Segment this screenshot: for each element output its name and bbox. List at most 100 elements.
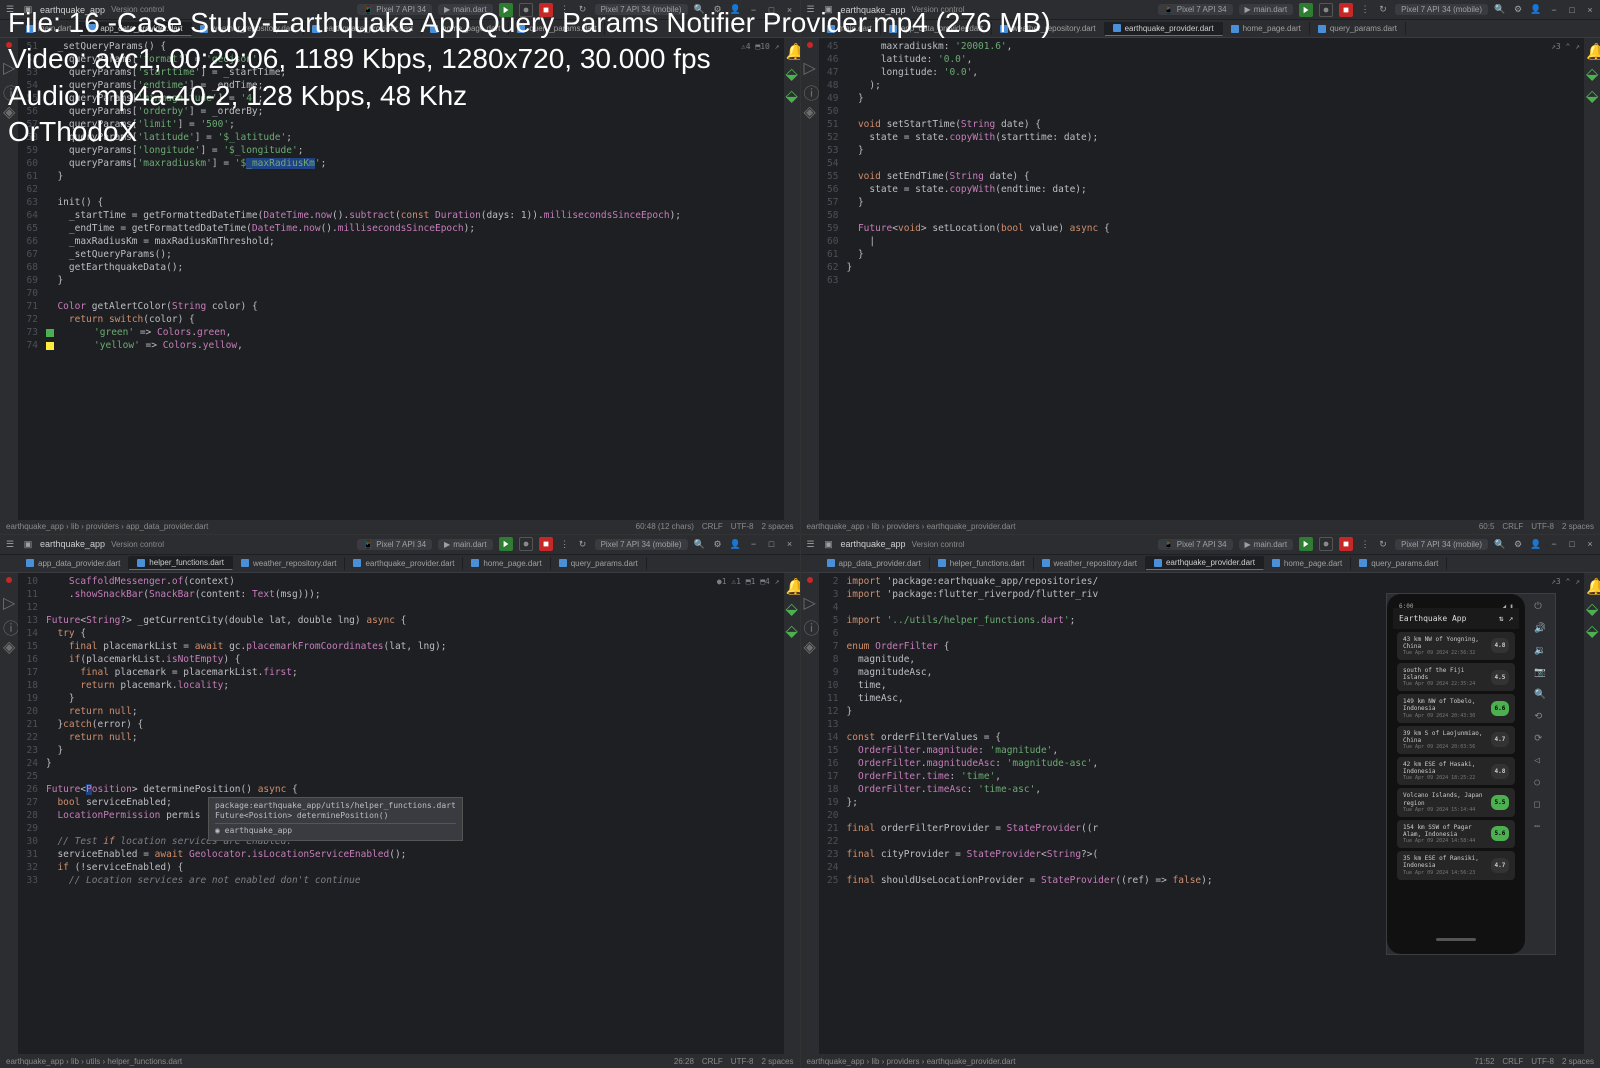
android-emulator[interactable]: 6:00◢ ▮ Earthquake App ⇅ ↗ 43 km NW of Y… bbox=[1386, 593, 1556, 955]
device-selector[interactable]: 📱Pixel 7 API 34 bbox=[357, 539, 432, 550]
more-icon[interactable]: ⋯ bbox=[1534, 820, 1546, 832]
status-item[interactable]: CRLF bbox=[702, 1057, 723, 1066]
code-line[interactable]: 54 bbox=[819, 157, 1585, 170]
earthquake-list[interactable]: 43 km NW of Yongning, ChinaTue Apr 09 20… bbox=[1393, 629, 1519, 932]
rotate-right-icon[interactable]: ⟳ bbox=[1534, 732, 1546, 744]
sort-icon[interactable]: ⇅ ↗ bbox=[1499, 612, 1513, 625]
status-item[interactable]: 2 spaces bbox=[761, 522, 793, 531]
flutter-icon[interactable]: ⬙ bbox=[786, 599, 798, 611]
code-line[interactable]: 16 if(placemarkList.isNotEmpty) { bbox=[18, 653, 784, 666]
project-icon[interactable]: ▣ bbox=[823, 538, 835, 550]
breadcrumb[interactable]: earthquake_app › lib › providers › earth… bbox=[807, 1057, 1016, 1066]
code-line[interactable]: 11 .showSnackBar(SnackBar(content: Text(… bbox=[18, 588, 784, 601]
code-line[interactable]: 23 } bbox=[18, 744, 784, 757]
volume-up-icon[interactable]: 🔊 bbox=[1534, 622, 1546, 634]
earthquake-list-item[interactable]: 39 km S of Laojunmiao, ChinaTue Apr 09 2… bbox=[1397, 726, 1515, 754]
bell-icon[interactable]: 🔔 bbox=[786, 577, 798, 589]
editor-tab[interactable]: app_data_provider.dart bbox=[18, 557, 129, 570]
earthquake-list-item[interactable]: 35 km ESE of Ransiki, IndonesiaTue Apr 0… bbox=[1397, 851, 1515, 879]
target-device[interactable]: Pixel 7 API 34 (mobile) bbox=[1395, 4, 1488, 15]
close-icon[interactable]: × bbox=[1584, 4, 1596, 16]
maximize-icon[interactable]: □ bbox=[1566, 4, 1578, 16]
status-item[interactable]: 2 spaces bbox=[1562, 1057, 1594, 1066]
device-selector[interactable]: 📱Pixel 7 API 34 bbox=[1158, 539, 1233, 550]
code-line[interactable]: 63 bbox=[819, 274, 1585, 287]
minimize-icon[interactable]: − bbox=[1548, 4, 1560, 16]
status-item[interactable]: UTF-8 bbox=[1531, 1057, 1554, 1066]
problems-indicator[interactable]: ↗3 ⌃ ↗ bbox=[1551, 40, 1580, 53]
more-icon[interactable]: ⋮ bbox=[559, 538, 571, 550]
status-item[interactable]: 60:48 (12 chars) bbox=[636, 522, 694, 531]
earthquake-list-item[interactable]: 149 km NW of Tobelo, IndonesiaTue Apr 09… bbox=[1397, 694, 1515, 722]
structure-icon[interactable]: ◈ bbox=[804, 637, 816, 649]
code-line[interactable]: 60 queryParams['maxradiuskm'] = '$_maxRa… bbox=[18, 157, 784, 170]
account-icon[interactable]: 👤 bbox=[1530, 538, 1542, 550]
menu-icon[interactable]: ☰ bbox=[4, 538, 16, 550]
run-config-selector[interactable]: ▶main.dart bbox=[1239, 4, 1294, 15]
code-line[interactable]: 24} bbox=[18, 757, 784, 770]
code-line[interactable]: 63 init() { bbox=[18, 196, 784, 209]
editor-tab[interactable]: earthquake_provider.dart bbox=[1105, 22, 1223, 36]
code-line[interactable]: 74 'yellow' => Colors.yellow, bbox=[18, 339, 784, 352]
code-line[interactable]: 55 void setEndTime(String date) { bbox=[819, 170, 1585, 183]
maximize-icon[interactable]: □ bbox=[1566, 538, 1578, 550]
code-line[interactable]: 21 }catch(error) { bbox=[18, 718, 784, 731]
code-line[interactable]: 18 return placemark.locality; bbox=[18, 679, 784, 692]
stop-button[interactable] bbox=[1339, 3, 1353, 17]
project-icon[interactable]: ▣ bbox=[22, 538, 34, 550]
project-name[interactable]: earthquake_app bbox=[841, 539, 906, 549]
run-button[interactable] bbox=[499, 537, 513, 551]
info-icon[interactable]: ⓘ bbox=[804, 615, 816, 627]
run-icon[interactable]: ▷ bbox=[804, 593, 816, 605]
status-item[interactable]: 71:52 bbox=[1474, 1057, 1494, 1066]
flutter-icon[interactable]: ⬙ bbox=[1586, 621, 1598, 633]
code-line[interactable]: 13Future<String?> _getCurrentCity(double… bbox=[18, 614, 784, 627]
vcs-menu[interactable]: Version control bbox=[111, 540, 164, 549]
flutter-icon[interactable]: ⬙ bbox=[1586, 64, 1598, 76]
code-line[interactable]: 71 Color getAlertColor(String color) { bbox=[18, 300, 784, 313]
stop-button[interactable] bbox=[1339, 537, 1353, 551]
code-line[interactable]: 62 bbox=[18, 183, 784, 196]
breadcrumb[interactable]: earthquake_app › lib › providers › app_d… bbox=[6, 522, 208, 531]
problems-indicator[interactable]: ●1 ⚠1 ⬒1 ⬒4 ↗ bbox=[717, 575, 780, 588]
earthquake-list-item[interactable]: 43 km NW of Yongning, ChinaTue Apr 09 20… bbox=[1397, 632, 1515, 660]
account-icon[interactable]: 👤 bbox=[1530, 4, 1542, 16]
status-item[interactable]: UTF-8 bbox=[731, 522, 754, 531]
code-line[interactable]: 22 return null; bbox=[18, 731, 784, 744]
code-line[interactable]: 25 bbox=[18, 770, 784, 783]
device-selector[interactable]: 📱Pixel 7 API 34 bbox=[1158, 4, 1233, 15]
editor-tab[interactable]: query_params.dart bbox=[1351, 557, 1447, 570]
editor-tab[interactable]: home_page.dart bbox=[1223, 22, 1310, 35]
code-line[interactable]: 32 if (!serviceEnabled) { bbox=[18, 861, 784, 874]
more-icon[interactable]: ⋮ bbox=[1359, 4, 1371, 16]
debug-button[interactable] bbox=[1319, 537, 1333, 551]
target-device[interactable]: Pixel 7 API 34 (mobile) bbox=[1395, 539, 1488, 550]
run-config-selector[interactable]: ▶main.dart bbox=[1239, 539, 1294, 550]
editor-tab[interactable]: app_data_provider.dart bbox=[819, 557, 930, 570]
nav-bar[interactable] bbox=[1393, 932, 1519, 948]
close-icon[interactable]: × bbox=[1584, 538, 1596, 550]
code-line[interactable]: 33 // Location services are not enabled … bbox=[18, 874, 784, 887]
minimize-icon[interactable]: − bbox=[1548, 538, 1560, 550]
code-line[interactable]: 14 try { bbox=[18, 627, 784, 640]
editor-tab[interactable]: home_page.dart bbox=[463, 557, 550, 570]
project-name[interactable]: earthquake_app bbox=[40, 539, 105, 549]
editor-tab[interactable]: earthquake_provider.dart bbox=[1146, 556, 1264, 570]
code-line[interactable]: 72 return switch(color) { bbox=[18, 313, 784, 326]
settings-icon[interactable]: ⚙ bbox=[1512, 538, 1524, 550]
flutter-icon[interactable]: ⬙ bbox=[1586, 86, 1598, 98]
editor-tab[interactable]: query_params.dart bbox=[551, 557, 647, 570]
run-button[interactable] bbox=[1299, 3, 1313, 17]
code-line[interactable]: 12 bbox=[18, 601, 784, 614]
code-line[interactable]: 66 _maxRadiusKm = maxRadiusKmThreshold; bbox=[18, 235, 784, 248]
earthquake-list-item[interactable]: Volcano Islands, Japan regionTue Apr 09 … bbox=[1397, 788, 1515, 816]
emulator-screen[interactable]: 6:00◢ ▮ Earthquake App ⇅ ↗ 43 km NW of Y… bbox=[1387, 594, 1525, 954]
code-line[interactable]: 15 final placemarkList = await gc.placem… bbox=[18, 640, 784, 653]
code-line[interactable]: 10 ScaffoldMessenger.of(context) bbox=[18, 575, 784, 588]
problems-indicator[interactable]: ↗3 ⌃ ↗ bbox=[1551, 575, 1580, 588]
bell-icon[interactable]: 🔔 bbox=[1586, 577, 1598, 589]
editor-tab[interactable]: query_params.dart bbox=[1310, 22, 1406, 35]
structure-icon[interactable]: ◈ bbox=[3, 637, 15, 649]
status-item[interactable]: 60:5 bbox=[1479, 522, 1495, 531]
code-line[interactable]: 57 } bbox=[819, 196, 1585, 209]
